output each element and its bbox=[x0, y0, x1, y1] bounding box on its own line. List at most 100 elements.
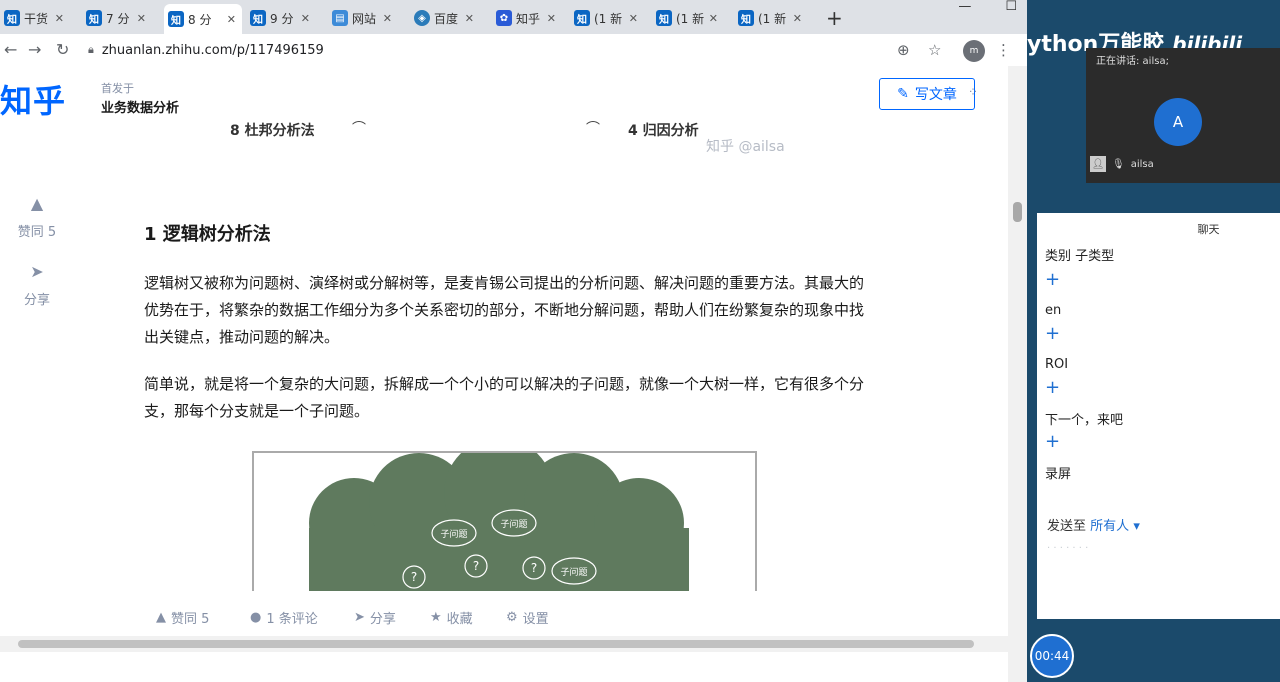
paper-plane-icon: ➤ bbox=[354, 610, 365, 625]
tab[interactable]: 知 (1 新 ✕ bbox=[734, 6, 808, 30]
question-mark-icon: ? bbox=[411, 570, 417, 584]
bottom-vote-label: 赞同 5 bbox=[171, 612, 210, 627]
tab[interactable]: ▤ 网站 ✕ bbox=[328, 6, 398, 30]
forward-icon[interactable]: → bbox=[28, 40, 41, 59]
tab-label: 9 分 bbox=[270, 11, 294, 26]
favorite-button[interactable]: ★ 收藏 bbox=[430, 608, 473, 627]
zhihu-icon: 知 bbox=[250, 10, 266, 26]
figure-label: 子问题 bbox=[560, 566, 587, 578]
close-icon[interactable]: ✕ bbox=[383, 12, 392, 25]
upvote-icon: ▲ bbox=[30, 194, 44, 213]
settings-button[interactable]: ⚙ 设置 bbox=[506, 608, 549, 627]
send-to-selector[interactable]: 发送至 所有人 ▾ bbox=[1047, 515, 1140, 534]
profile-avatar[interactable]: m bbox=[963, 40, 985, 62]
vertical-scrollbar[interactable] bbox=[1008, 66, 1027, 682]
horizontal-scroll-thumb[interactable] bbox=[18, 640, 974, 648]
close-icon[interactable]: ✕ bbox=[301, 12, 310, 25]
zhihu-icon: 知 bbox=[656, 10, 672, 26]
zhihu-logo[interactable]: 知乎 bbox=[0, 76, 66, 122]
tab[interactable]: 知干货 ✕ bbox=[0, 6, 70, 30]
settings-label: 设置 bbox=[522, 612, 549, 627]
diagram-connector: ⌒ bbox=[586, 121, 600, 137]
paper-plane-icon: ➤ bbox=[30, 262, 44, 281]
article-paragraph: 简单说，就是将一个复杂的大问题，拆解成一个个小的可以解决的子问题，就像一个大树一… bbox=[144, 375, 865, 420]
chat-message: 录屏 bbox=[1045, 467, 1072, 482]
column-name[interactable]: 业务数据分析 bbox=[101, 97, 179, 116]
article-body: 1 逻辑树分析法 逻辑树又被称为问题树、演绎树或分解树等，是麦肯锡公司提出的分析… bbox=[144, 220, 866, 445]
vertical-scroll-thumb[interactable] bbox=[1013, 202, 1022, 222]
tab[interactable]: 知 9 分 ✕ bbox=[246, 6, 316, 30]
watermark: 知乎 @ailsa bbox=[706, 139, 785, 155]
vote-button[interactable]: ▲ 赞同 5 bbox=[12, 194, 62, 240]
tab[interactable]: ✿ 知乎 ✕ bbox=[492, 6, 562, 30]
tab-label: 8 分 bbox=[188, 12, 212, 27]
tab[interactable]: 知 7 分 ✕ bbox=[82, 6, 152, 30]
edit-icon: ✎ bbox=[897, 86, 909, 102]
microphone-icon[interactable]: 🎙︎ bbox=[1112, 159, 1125, 170]
reload-icon[interactable]: ↻ bbox=[56, 40, 69, 59]
zoom-icon[interactable]: ⊕ bbox=[897, 41, 910, 59]
avatar: A bbox=[1154, 98, 1202, 146]
recording-timer[interactable]: 00:44 bbox=[1030, 634, 1074, 678]
chat-message: en bbox=[1045, 303, 1062, 318]
close-icon[interactable]: ✕ bbox=[793, 12, 802, 25]
close-icon[interactable]: ✕ bbox=[709, 12, 718, 25]
plus-icon: + bbox=[1045, 431, 1061, 452]
send-to-target: 所有人 bbox=[1090, 519, 1130, 534]
zhihu-icon: 知 bbox=[4, 10, 20, 26]
comments-button[interactable]: ● 1 条评论 bbox=[250, 608, 318, 627]
vote-label: 赞同 5 bbox=[17, 225, 57, 240]
url-text: zhuanlan.zhihu.com/p/117496159 bbox=[101, 42, 324, 58]
share-button[interactable]: ➤ 分享 bbox=[12, 262, 62, 308]
star-icon: ★ bbox=[430, 610, 442, 625]
menu-dots-icon[interactable]: ⋮ bbox=[996, 41, 1011, 59]
address-bar[interactable]: 🔒︎ zhuanlan.zhihu.com/p/117496159 bbox=[88, 38, 958, 62]
bottom-vote-button[interactable]: ▲ 赞同 5 bbox=[156, 608, 209, 627]
published-in-label: 首发于 bbox=[101, 82, 134, 95]
tab-active[interactable]: 知 8 分 ✕ bbox=[164, 4, 242, 34]
tab-label: (1 新 bbox=[594, 11, 623, 26]
chat-input[interactable]: · · · · · · · bbox=[1047, 543, 1088, 554]
chat-panel: 聊天 类别 子类型 + en + ROI + 下一个，来吧 + 录屏 发送至 所… bbox=[1037, 213, 1280, 619]
maximize-icon[interactable]: ☐ bbox=[1005, 0, 1017, 14]
chat-message: ROI bbox=[1045, 357, 1069, 372]
browser-toolbar: ← → ↻ 🔒︎ zhuanlan.zhihu.com/p/117496159 … bbox=[0, 34, 1027, 66]
chat-message: 下一个，来吧 bbox=[1045, 413, 1124, 428]
comment-icon: ● bbox=[250, 610, 262, 625]
tree-illustration: 子问题 子问题 子问题 ? ? ? bbox=[252, 451, 757, 591]
close-icon[interactable]: ✕ bbox=[137, 12, 146, 25]
close-icon[interactable]: ✕ bbox=[465, 12, 474, 25]
figure-label: 子问题 bbox=[440, 528, 467, 540]
new-tab-button[interactable]: + bbox=[826, 6, 843, 30]
close-icon[interactable]: ✕ bbox=[227, 13, 236, 26]
close-icon[interactable]: ✕ bbox=[55, 12, 64, 25]
window-controls: — ☐ bbox=[958, 0, 1017, 14]
tab[interactable]: ◈ 百度 ✕ bbox=[410, 6, 480, 30]
chart-icon: ▤ bbox=[332, 10, 348, 26]
tab-label: 百度 bbox=[434, 11, 459, 26]
more-icon[interactable]: ⁘ bbox=[968, 85, 978, 99]
horizontal-scrollbar[interactable] bbox=[0, 636, 1008, 652]
close-icon[interactable]: ✕ bbox=[547, 12, 556, 25]
zhihu-article-page: 知乎 首发于 业务数据分析 ✎ 写文章 ⁘ 8 杜邦分析法 ⌒ ⌒ 4 归因分析… bbox=[0, 66, 1008, 682]
star-icon[interactable]: ☆ bbox=[928, 41, 941, 59]
close-icon[interactable]: ✕ bbox=[629, 12, 638, 25]
plus-icon: + bbox=[1045, 269, 1061, 290]
side-actions: ▲ 赞同 5 ➤ 分享 bbox=[12, 194, 62, 330]
plus-icon: + bbox=[1045, 377, 1061, 398]
bottom-share-label: 分享 bbox=[369, 612, 396, 627]
favorite-label: 收藏 bbox=[446, 612, 473, 627]
speaking-indicator: 正在讲话: ailsa; bbox=[1096, 56, 1169, 67]
back-icon[interactable]: ← bbox=[4, 40, 17, 59]
tab-label: (1 新 bbox=[676, 11, 705, 26]
bottom-share-button[interactable]: ➤ 分享 bbox=[354, 608, 396, 627]
minimize-icon[interactable]: — bbox=[958, 0, 971, 14]
upvote-icon: ▲ bbox=[156, 610, 166, 625]
zhihu-icon: 知 bbox=[86, 10, 102, 26]
tab[interactable]: 知 (1 新 ✕ bbox=[570, 6, 644, 30]
write-article-button[interactable]: ✎ 写文章 bbox=[879, 78, 975, 110]
meeting-video-panel: 正在讲话: ailsa; A 👤︎ 🎙︎ ailsa bbox=[1086, 48, 1280, 183]
tab[interactable]: 知 (1 新 ✕ bbox=[652, 6, 724, 30]
chat-title: 聊天 bbox=[1197, 223, 1220, 236]
comments-label: 1 条评论 bbox=[266, 612, 318, 627]
